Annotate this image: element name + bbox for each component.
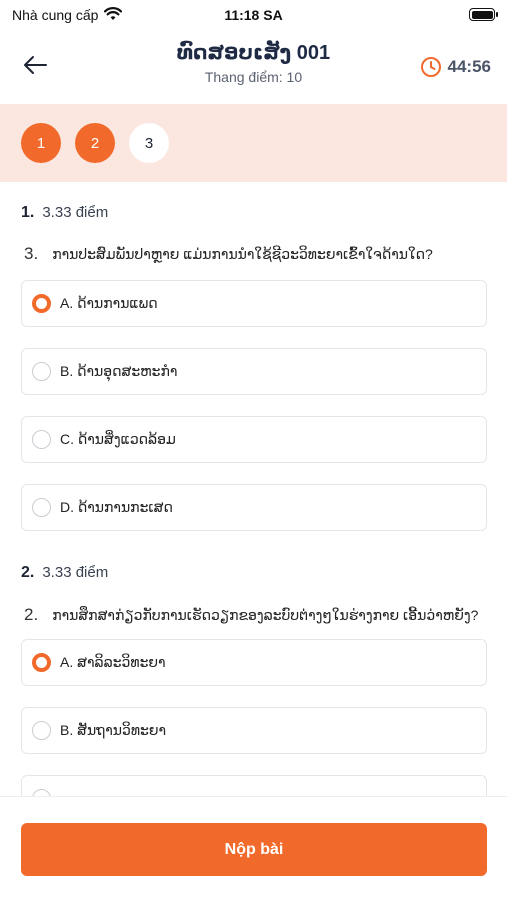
option-d[interactable]: D. ດ້ານການກະເສດ	[21, 484, 487, 531]
question-nav-1[interactable]: 1	[21, 123, 61, 163]
battery-icon	[469, 8, 498, 21]
question-body: ການປະສົມພັນປາຫຼາຍ ແມ່ນການນຳໃຊ້ຊີວະວິທະຍາ…	[52, 246, 433, 262]
question-text: 3. ການປະສົມພັນປາຫຼາຍ ແມ່ນການນຳໃຊ້ຊີວະວິທ…	[24, 244, 487, 264]
question-index: 2.	[21, 564, 35, 581]
countdown-timer: 44:56	[420, 56, 491, 78]
page-title: ທົດສອບເສັງ 001	[176, 42, 331, 64]
status-bar: Nhà cung cấp 11:18 SA	[0, 0, 507, 30]
clock-icon	[420, 57, 441, 77]
question-score: 3.33 điểm	[42, 204, 109, 221]
option-c[interactable]	[21, 775, 487, 796]
question-header: 1. 3.33 điểm	[21, 204, 108, 222]
option-label: B. ສັນຖານວິທະຍາ	[60, 722, 167, 738]
option-a[interactable]: A. ດ້ານການແພດ	[21, 280, 487, 327]
arrow-left-icon	[24, 56, 47, 74]
option-label: A. ດ້ານການແພດ	[60, 295, 158, 311]
footer: Nộp bài	[0, 796, 507, 900]
option-label: B. ດ້ານອຸດສະຫະກຳ	[60, 363, 178, 379]
header: ທົດສອບເສັງ 001 Thang điểm: 10 44:56	[0, 30, 507, 104]
radio-button[interactable]	[32, 789, 51, 796]
radio-button[interactable]	[32, 362, 51, 381]
radio-button[interactable]	[32, 430, 51, 449]
option-a[interactable]: A. ສາລິລະວິທະຍາ	[21, 639, 487, 686]
question-score: 3.33 điểm	[42, 564, 109, 581]
carrier-label: Nhà cung cấp	[12, 7, 99, 23]
option-b[interactable]: B. ດ້ານອຸດສະຫະກຳ	[21, 348, 487, 395]
score-scale: Thang điểm: 10	[204, 69, 303, 85]
back-button[interactable]	[18, 50, 52, 80]
option-label: C. ດ້ານສິ່ງແວດລ້ອມ	[60, 431, 176, 447]
question-body: ການສຶກສາກ່ຽວກັບການເຮັດວຽກຂອງລະບົບຕ່າງໆໃນ…	[52, 607, 479, 623]
radio-button[interactable]	[32, 721, 51, 740]
question-text: 2. ການສຶກສາກ່ຽວກັບການເຮັດວຽກຂອງລະບົບຕ່າງ…	[24, 605, 487, 625]
question-index: 1.	[21, 204, 35, 221]
radio-button[interactable]	[32, 653, 51, 672]
question-nav-3[interactable]: 3	[129, 123, 169, 163]
radio-button[interactable]	[32, 294, 51, 313]
option-label: D. ດ້ານການກະເສດ	[60, 499, 173, 515]
question-header: 2. 3.33 điểm	[21, 564, 108, 582]
question-nav-2[interactable]: 2	[75, 123, 115, 163]
question-list: 1. 3.33 điểm 3. ການປະສົມພັນປາຫຼາຍ ແມ່ນກາ…	[0, 182, 507, 796]
wifi-icon	[104, 6, 123, 24]
option-c[interactable]: C. ດ້ານສິ່ງແວດລ້ອມ	[21, 416, 487, 463]
option-b[interactable]: B. ສັນຖານວິທະຍາ	[21, 707, 487, 754]
question-number: 2.	[24, 605, 39, 624]
status-left: Nhà cung cấp	[12, 6, 123, 24]
option-label: A. ສາລິລະວິທະຍາ	[60, 654, 166, 670]
radio-button[interactable]	[32, 498, 51, 517]
question-nav: 1 2 3	[0, 104, 507, 182]
title-block: ທົດສອບເສັງ 001 Thang điểm: 10	[110, 40, 397, 85]
timer-value: 44:56	[447, 57, 491, 76]
submit-button[interactable]: Nộp bài	[21, 823, 487, 876]
question-number: 3.	[24, 244, 39, 263]
